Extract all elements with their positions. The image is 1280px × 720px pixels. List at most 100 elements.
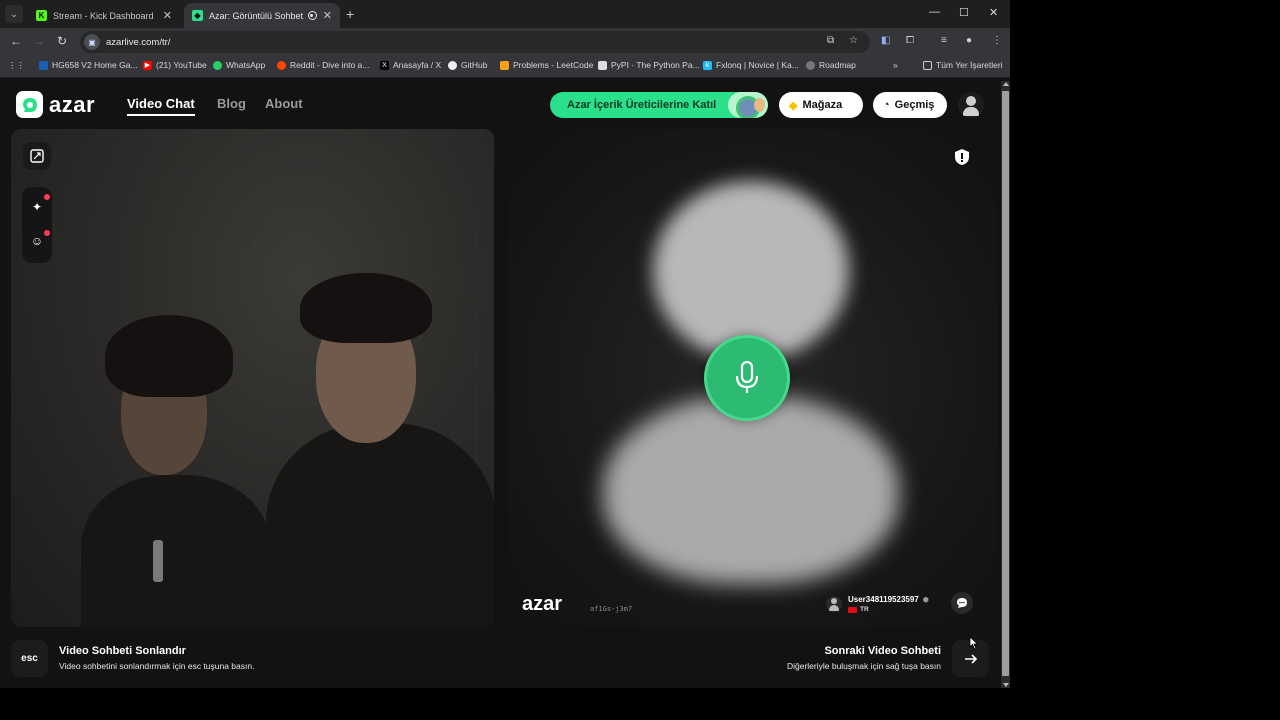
- tab-kick-dashboard[interactable]: K Stream - Kick Dashboard ✕: [28, 3, 180, 28]
- translate-icon[interactable]: ◧: [881, 35, 890, 46]
- zte-icon: [39, 60, 48, 70]
- nav-about[interactable]: About: [265, 96, 303, 111]
- page-scrollbar[interactable]: [1001, 81, 1010, 688]
- bookmarks-bar: ⋮⋮ HG658 V2 Home Ga... ▶ (21) YouTube Wha…: [0, 56, 1010, 78]
- shield-icon: [955, 149, 969, 165]
- profile-icon[interactable]: ●: [966, 35, 972, 46]
- tab-title: Stream - Kick Dashboard: [53, 10, 154, 21]
- folder-icon: [923, 60, 932, 70]
- youtube-icon: ▶: [143, 60, 152, 70]
- join-creators-button[interactable]: Azar İçerik Üreticilerine Katıl: [550, 92, 768, 118]
- partner-country: TR: [860, 606, 869, 613]
- next-chat-title: Sonraki Video Sohbeti: [824, 645, 941, 657]
- shop-button[interactable]: ◆ Mağaza: [779, 92, 863, 118]
- install-app-icon[interactable]: ⧉: [827, 35, 834, 46]
- profile-avatar-icon[interactable]: [958, 92, 984, 118]
- partner-username: User348119523597: [848, 595, 919, 604]
- bookmark-item[interactable]: k Fxlonq | Novice | Ka...: [703, 60, 799, 70]
- tab-search-icon[interactable]: ⌄: [5, 5, 23, 23]
- close-tab-icon[interactable]: ✕: [163, 9, 172, 22]
- badge-icon: ⬢: [922, 596, 929, 604]
- chat-button[interactable]: [951, 592, 973, 614]
- watermark-id: af1Gs-j3m7: [590, 605, 633, 613]
- bookmark-star-icon[interactable]: ☆: [849, 35, 858, 46]
- media-controls-icon[interactable]: ≡: [941, 35, 947, 46]
- all-bookmarks[interactable]: Tüm Yer İşaretleri: [923, 60, 1003, 70]
- person-left: [81, 315, 271, 627]
- bookmark-item[interactable]: ▶ (21) YouTube: [143, 60, 207, 70]
- whatsapp-icon: [213, 60, 222, 70]
- bookmark-item[interactable]: Reddit - Dive into a...: [277, 60, 369, 70]
- roadmap-icon: [806, 60, 815, 70]
- scroll-down-icon[interactable]: [1003, 683, 1009, 687]
- bookmark-label: Problems - LeetCode: [513, 60, 594, 70]
- shop-label: Mağaza: [802, 99, 843, 111]
- bookmark-label: Fxlonq | Novice | Ka...: [716, 60, 799, 70]
- expand-view-button[interactable]: [23, 142, 51, 170]
- bookmark-label: GitHub: [461, 60, 488, 70]
- kaggle-icon: k: [703, 60, 712, 70]
- bookmark-item[interactable]: PyPI · The Python Pa...: [598, 60, 700, 70]
- history-label: Geçmiş: [894, 99, 935, 111]
- bookmark-label: Reddit - Dive into a...: [290, 60, 370, 70]
- close-window-icon[interactable]: ✕: [989, 6, 998, 19]
- close-tab-icon[interactable]: ✕: [323, 9, 332, 22]
- apps-icon[interactable]: ⋮⋮: [8, 60, 25, 71]
- bookmark-item[interactable]: Roadmap: [806, 60, 856, 70]
- recording-icon: [307, 11, 317, 20]
- scroll-up-icon[interactable]: [1003, 82, 1009, 86]
- address-bar[interactable]: ▣ azarlive.com/tr/: [80, 31, 870, 53]
- next-chat-hint: Diğerleriyle buluşmak için sağ tuşa bası…: [786, 661, 941, 671]
- maximize-icon[interactable]: ☐: [959, 6, 969, 19]
- history-button[interactable]: ◔ Geçmiş: [873, 92, 947, 118]
- browser-toolbar: ← → ↻ ▣ azarlive.com/tr/ ⧉ ☆ ◧ ⧠ ≡ ● ⋮: [0, 28, 1010, 56]
- extensions-icon[interactable]: ⧠: [906, 35, 914, 46]
- placeholder-head: [653, 181, 849, 361]
- end-chat-title: Video Sohbeti Sonlandır: [59, 645, 186, 657]
- bookmark-label: HG658 V2 Home Ga...: [52, 60, 138, 70]
- bookmark-label: (21) YouTube: [156, 60, 207, 70]
- chat-bubble-icon: [957, 598, 967, 608]
- notification-dot: [44, 230, 50, 236]
- person-right: [266, 273, 494, 627]
- kick-icon: K: [36, 10, 47, 21]
- azar-icon: ◆: [192, 10, 203, 21]
- scroll-thumb[interactable]: [1002, 91, 1009, 676]
- microphone-icon: [735, 360, 759, 393]
- reload-icon[interactable]: ↻: [57, 34, 67, 48]
- github-icon: [448, 60, 457, 70]
- tab-title: Azar: Görüntülü Sohbet, Ye: [209, 10, 304, 21]
- esc-key-button[interactable]: esc: [11, 640, 48, 677]
- back-icon[interactable]: ←: [10, 34, 22, 48]
- bookmark-item[interactable]: Problems - LeetCode: [500, 60, 593, 70]
- reddit-icon: [277, 60, 286, 70]
- new-tab-icon[interactable]: +: [346, 6, 354, 22]
- remote-video-feed: azar af1Gs-j3m7 User348119523597 ⬢ TR: [508, 129, 997, 627]
- tab-azar[interactable]: ◆ Azar: Görüntülü Sohbet, Ye ✕: [184, 3, 340, 28]
- nav-blog[interactable]: Blog: [217, 96, 246, 111]
- menu-icon[interactable]: ⋮: [992, 35, 1002, 46]
- mouse-cursor: [969, 636, 979, 650]
- minimize-icon[interactable]: —: [929, 6, 940, 18]
- effects-toolbar: ✦ ☺: [22, 187, 52, 263]
- microphone-button[interactable]: [704, 335, 790, 421]
- logo-text: azar: [49, 91, 96, 117]
- tab-strip: ⌄ K Stream - Kick Dashboard ✕ ◆ Azar: Gö…: [0, 0, 1010, 28]
- bookmark-item[interactable]: X Anasayfa / X: [380, 60, 441, 70]
- report-button[interactable]: [952, 146, 972, 168]
- partner-info[interactable]: User348119523597 ⬢ TR: [826, 595, 929, 613]
- nav-video-chat[interactable]: Video Chat: [127, 96, 195, 116]
- pypi-icon: [598, 60, 607, 70]
- bookmark-label: Roadmap: [819, 60, 856, 70]
- bookmarks-overflow-icon[interactable]: »: [893, 60, 898, 70]
- bookmark-item[interactable]: GitHub: [448, 60, 487, 70]
- diamond-icon: ◆: [789, 99, 798, 112]
- azar-logo[interactable]: azar: [16, 91, 95, 118]
- bookmark-item[interactable]: HG658 V2 Home Ga...: [39, 60, 138, 70]
- url-text: azarlive.com/tr/: [106, 36, 171, 48]
- end-chat-hint: Video sohbetini sonlandırmak için esc tu…: [59, 661, 255, 671]
- bookmark-item[interactable]: WhatsApp: [213, 60, 265, 70]
- azar-logo-icon: [16, 91, 43, 118]
- forward-icon[interactable]: →: [33, 34, 45, 48]
- site-info-icon[interactable]: ▣: [84, 34, 100, 50]
